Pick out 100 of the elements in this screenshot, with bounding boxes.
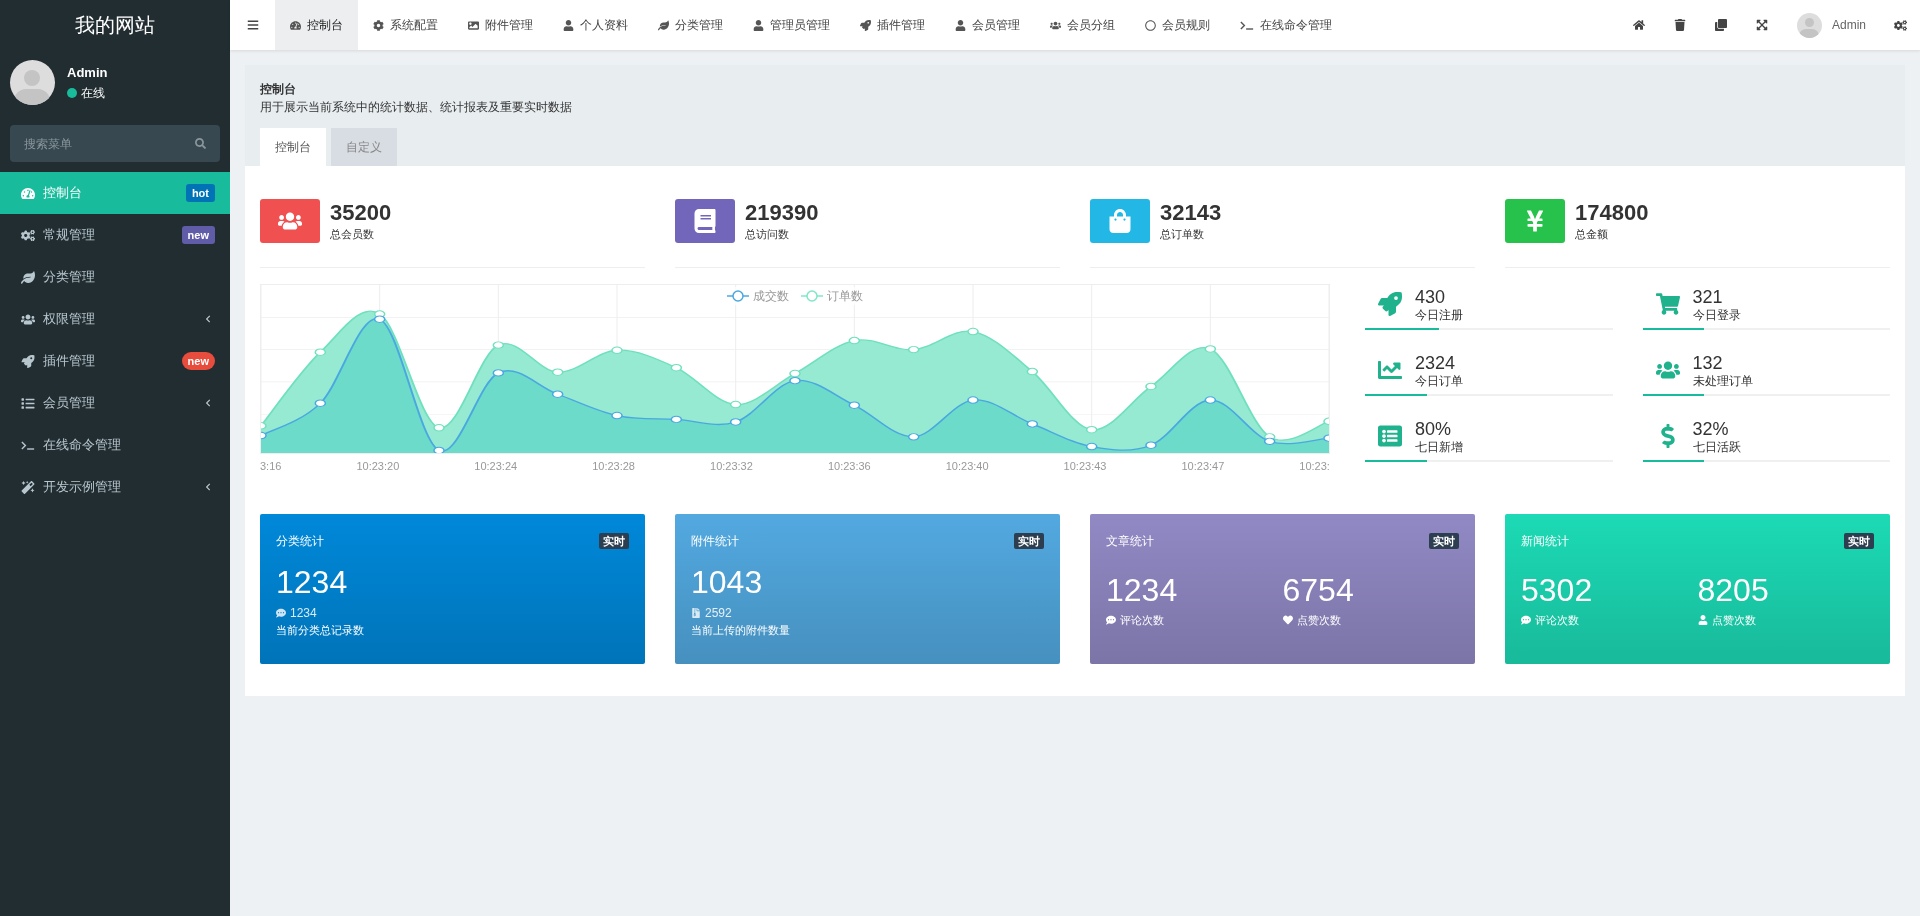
home-icon <box>1633 19 1646 31</box>
panel-metric-label: 点赞次数 <box>1711 613 1756 628</box>
image-icon <box>468 19 479 31</box>
stat-value: 219390 <box>745 199 819 226</box>
panel-value: 6754 <box>1282 572 1355 608</box>
panel-note: 当前上传的附件数量 <box>691 623 791 638</box>
page-description: 用于展示当前系统中的统计数据、统计报表及重要实时数据 <box>260 99 573 116</box>
panel-metric-label: 点赞次数 <box>1296 613 1341 628</box>
panel-value: 1043 <box>691 564 764 600</box>
panel-badge: 实时 <box>1844 532 1874 550</box>
mini-stat-label: 今日登录 <box>1692 308 1741 322</box>
stat-value: 32143 <box>1160 199 1222 226</box>
nav-tab[interactable]: 管理员管理 <box>738 0 845 50</box>
panel-metric-label: 评论次数 <box>1535 613 1579 628</box>
nav-tab[interactable]: 会员管理 <box>940 0 1035 50</box>
panel-value: 1234 <box>276 564 349 600</box>
book-icon <box>693 209 717 233</box>
file-icon <box>691 608 701 618</box>
user-menu-name[interactable]: Admin <box>1832 16 1866 34</box>
sidebar-item-label: 常规管理 <box>43 226 96 245</box>
panel-title: 附件统计 <box>691 533 739 550</box>
mini-stat-value: 430 <box>1415 286 1447 308</box>
stat-label: 总订单数 <box>1160 226 1205 242</box>
nav-tab[interactable]: 附件管理 <box>453 0 548 50</box>
sidebar-item[interactable]: 常规管理 new <box>0 214 230 256</box>
mini-stat-value: 2324 <box>1415 352 1457 374</box>
axis-label: 10:23: <box>1299 459 1330 474</box>
trash-icon <box>1674 19 1687 31</box>
axis-label: 10:23:28 <box>592 459 635 474</box>
mini-stat-label: 今日注册 <box>1415 308 1463 322</box>
search-icon[interactable] <box>195 138 206 149</box>
terminal-icon <box>21 439 35 451</box>
sidebar-item[interactable]: 会员管理 <box>0 382 230 424</box>
cart-icon <box>1655 292 1680 316</box>
nav-tab[interactable]: 会员分组 <box>1035 0 1130 50</box>
sidebar-item-label: 在线命令管理 <box>43 436 122 455</box>
panel-title: 文章统计 <box>1106 533 1154 550</box>
user-icon <box>955 19 966 31</box>
comment-icon <box>1521 615 1531 626</box>
heart-icon <box>1282 615 1293 626</box>
mini-stat-label: 七日新增 <box>1415 440 1463 454</box>
nav-tab[interactable]: 系统配置 <box>358 0 453 50</box>
user-icon <box>753 19 764 31</box>
panel-badge: 实时 <box>599 532 629 550</box>
leaf-icon <box>21 270 35 284</box>
sidebar-item[interactable]: 在线命令管理 <box>0 424 230 466</box>
nav-tab[interactable]: 在线命令管理 <box>1225 0 1347 50</box>
comment-icon <box>1106 615 1116 626</box>
panel-sub-value: 2592 <box>705 605 732 622</box>
gauge-icon <box>290 19 301 31</box>
panel-value: 8205 <box>1697 572 1770 608</box>
list-icon <box>21 396 35 410</box>
sidebar-item-label: 分类管理 <box>43 268 96 287</box>
status-text: 在线 <box>81 85 105 103</box>
page-tab[interactable]: 控制台 <box>260 128 326 166</box>
panel-value: 5302 <box>1521 572 1594 608</box>
nav-tab[interactable]: 分类管理 <box>643 0 738 50</box>
stat-value: 174800 <box>1575 199 1649 226</box>
fullscreen-icon <box>1756 19 1769 31</box>
leaf-icon <box>658 19 669 31</box>
axis-label: 10:23:43 <box>1063 459 1107 474</box>
nav-tab[interactable]: 个人资料 <box>548 0 643 50</box>
stat-value: 35200 <box>330 199 392 226</box>
axis-label: 10:23:40 <box>945 459 989 474</box>
copy-icon <box>1715 19 1728 31</box>
menu-icon <box>246 19 259 31</box>
rocket-icon <box>21 354 35 368</box>
nav-tab[interactable]: 控制台 <box>275 0 358 50</box>
sidebar-item-label: 会员管理 <box>43 394 96 413</box>
sidebar-item[interactable]: 插件管理 new <box>0 340 230 382</box>
sidebar-item[interactable]: 分类管理 <box>0 256 230 298</box>
mini-stat-label: 今日订单 <box>1415 374 1463 388</box>
stat-label: 总金额 <box>1575 226 1609 242</box>
avatar-icon <box>10 60 55 105</box>
panel-note: 当前分类总记录数 <box>276 623 365 638</box>
sidebar-item[interactable]: 开发示例管理 <box>0 466 230 508</box>
gears-icon <box>21 228 35 242</box>
search-field[interactable]: 搜索菜单 <box>10 125 220 162</box>
gear-icon <box>373 19 384 31</box>
mini-stat-value: 321 <box>1692 286 1724 308</box>
nav-tab[interactable]: 会员规则 <box>1130 0 1225 50</box>
panel-badge: 实时 <box>1014 532 1044 550</box>
users-icon <box>1050 19 1061 31</box>
panel-value: 1234 <box>1106 572 1179 608</box>
sidebar-item-label: 开发示例管理 <box>43 478 122 497</box>
sidebar-item[interactable]: 控制台 hot <box>0 172 230 214</box>
panel-title: 新闻统计 <box>1521 533 1569 550</box>
nav-tab[interactable]: 插件管理 <box>845 0 940 50</box>
site-title[interactable]: 我的网站 <box>75 10 155 40</box>
gauge-icon <box>21 186 35 200</box>
stat-label: 总访问数 <box>745 226 790 242</box>
user-icon <box>1697 615 1708 626</box>
sidebar-badge: new <box>181 225 215 245</box>
panel-sub-value: 1234 <box>290 605 317 622</box>
mini-stat-value: 80% <box>1415 418 1453 440</box>
chart-line-icon <box>1378 358 1402 382</box>
rocket-icon <box>1378 292 1402 316</box>
sidebar-item[interactable]: 权限管理 <box>0 298 230 340</box>
sidebar-item-label: 控制台 <box>43 184 83 203</box>
panel-metric-label: 评论次数 <box>1120 613 1164 628</box>
